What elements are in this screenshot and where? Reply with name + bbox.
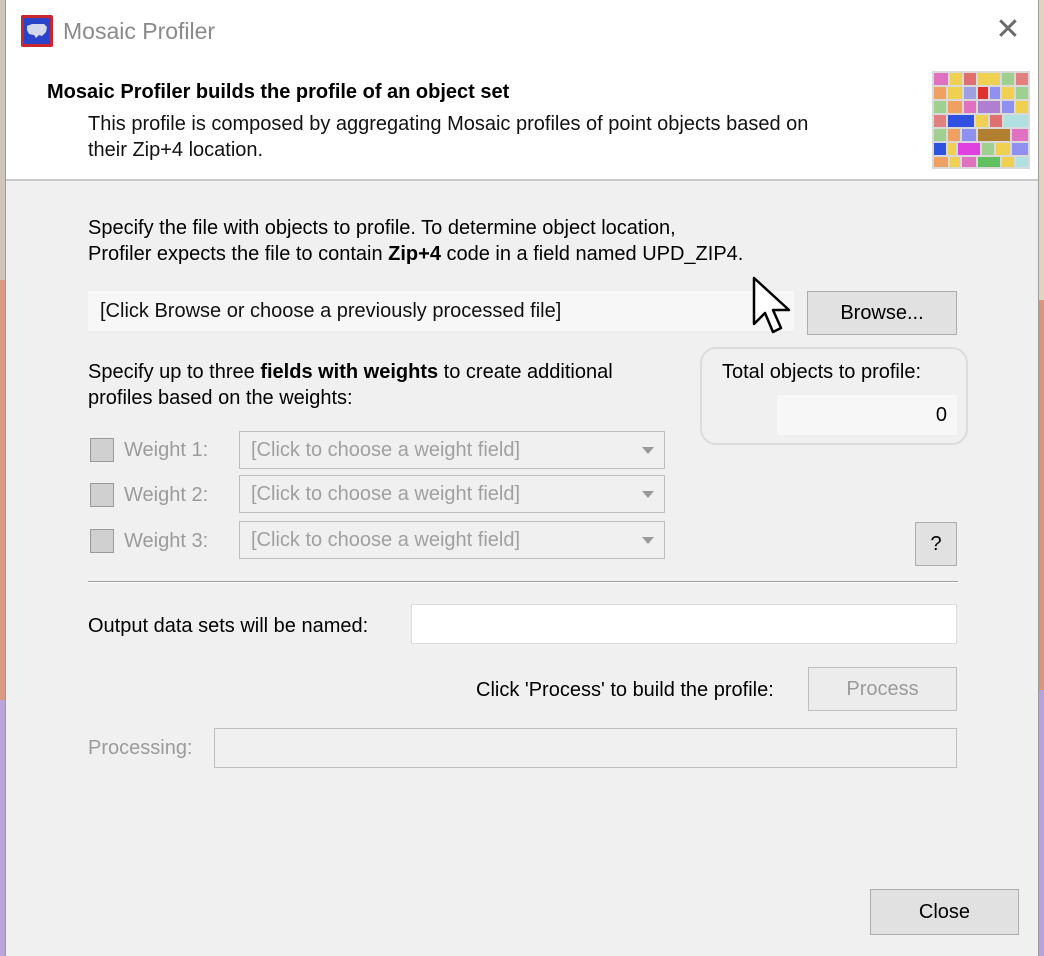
processing-label: Processing: bbox=[88, 737, 193, 759]
mosaic-logo-icon bbox=[932, 71, 1030, 169]
weight-1-label: Weight 1: bbox=[124, 439, 209, 461]
chevron-down-icon bbox=[642, 537, 654, 544]
mosaic-profiler-dialog: Mosaic Profiler ✕ Mosaic Profiler builds… bbox=[5, 0, 1039, 956]
weight-1-dropdown[interactable]: [Click to choose a weight field] bbox=[239, 431, 665, 469]
help-button[interactable]: ? bbox=[915, 522, 957, 566]
close-button[interactable]: Close bbox=[870, 889, 1019, 935]
chevron-down-icon bbox=[642, 491, 654, 498]
browse-button[interactable]: Browse... bbox=[807, 291, 957, 335]
weight-1-dropdown-text: [Click to choose a weight field] bbox=[251, 439, 521, 461]
chevron-down-icon bbox=[642, 447, 654, 454]
header-description: This profile is composed by aggregating … bbox=[88, 111, 908, 163]
weights-instruction-pre: Specify up to three bbox=[88, 361, 261, 383]
title-bar[interactable]: Mosaic Profiler ✕ bbox=[6, 0, 1038, 64]
file-instruction-post: code in a field named UPD_ZIP4. bbox=[440, 243, 744, 265]
file-select-combo[interactable]: [Click Browse or choose a previously pro… bbox=[88, 291, 794, 331]
weights-instruction-bold: fields with weights bbox=[260, 361, 439, 383]
weight-3-checkbox[interactable] bbox=[90, 529, 114, 553]
weight-3-label: Weight 3: bbox=[124, 530, 209, 552]
header-description-line2: their Zip+4 location. bbox=[88, 139, 264, 161]
dialog-header: Mosaic Profiler builds the profile of an… bbox=[6, 64, 1038, 181]
weight-2-checkbox[interactable] bbox=[90, 483, 114, 507]
weight-3-dropdown-text: [Click to choose a weight field] bbox=[251, 529, 521, 551]
file-instruction-pre: Profiler expects the file to contain bbox=[88, 243, 389, 265]
weight-2-label: Weight 2: bbox=[124, 484, 209, 506]
app-usa-map-icon bbox=[21, 15, 53, 47]
total-objects-value: 0 bbox=[777, 395, 957, 435]
section-divider bbox=[88, 581, 958, 583]
processing-progress-field bbox=[214, 728, 957, 768]
file-instruction-line1: Specify the file with objects to profile… bbox=[88, 217, 676, 239]
weights-instruction-post: to create additional bbox=[438, 361, 613, 383]
close-window-icon[interactable]: ✕ bbox=[992, 14, 1024, 46]
weights-instruction-line1: Specify up to three fields with weights … bbox=[88, 359, 613, 385]
weight-2-dropdown[interactable]: [Click to choose a weight field] bbox=[239, 475, 665, 513]
header-title: Mosaic Profiler builds the profile of an… bbox=[47, 81, 510, 103]
file-instruction-bold: Zip+4 bbox=[388, 243, 441, 265]
process-button[interactable]: Process bbox=[808, 667, 957, 711]
weight-1-checkbox[interactable] bbox=[90, 438, 114, 462]
total-objects-group: Total objects to profile: 0 bbox=[700, 347, 968, 445]
total-objects-label: Total objects to profile: bbox=[722, 361, 921, 383]
weight-3-dropdown[interactable]: [Click to choose a weight field] bbox=[239, 521, 665, 559]
output-name-input[interactable] bbox=[411, 604, 957, 644]
process-instruction: Click 'Process' to build the profile: bbox=[476, 679, 774, 701]
file-instruction-line2: Profiler expects the file to contain Zip… bbox=[88, 241, 743, 267]
weights-instruction-line2: profiles based on the weights: bbox=[88, 387, 353, 409]
weight-2-dropdown-text: [Click to choose a weight field] bbox=[251, 483, 521, 505]
header-description-line1: This profile is composed by aggregating … bbox=[88, 113, 809, 135]
window-title: Mosaic Profiler bbox=[63, 18, 216, 44]
output-name-label: Output data sets will be named: bbox=[88, 615, 369, 637]
